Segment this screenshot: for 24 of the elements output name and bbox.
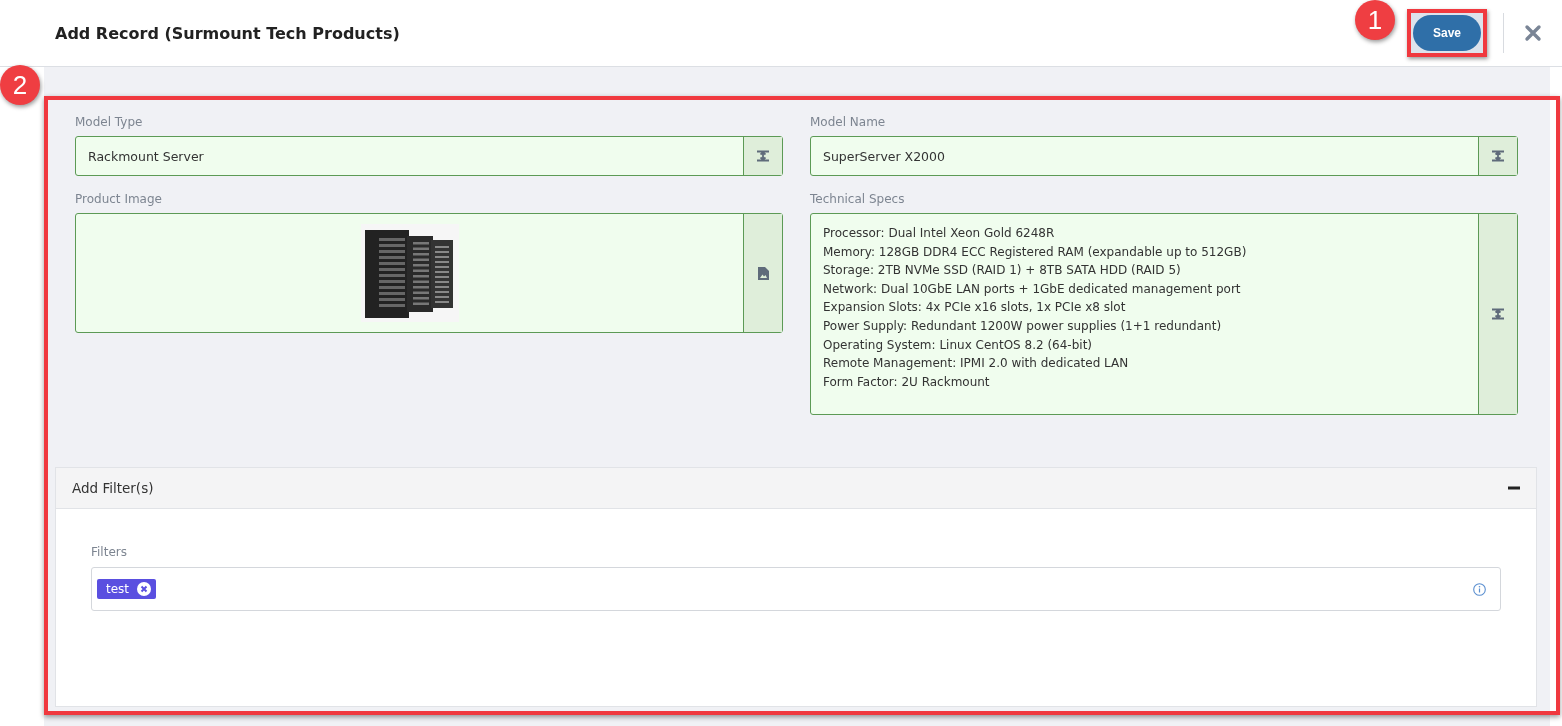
field-label: Model Type	[75, 115, 144, 129]
specs-textarea[interactable]: Processor: Dual Intel Xeon Gold 6248R Memory: 128GB DDR4 ECC Registered RAM (expandable up to 512GB) Storage: 2TB NVMe SSD (RAID 1) + 8TB SATA HDD (RAID 5) Network: Dual 10GbE LAN ports + 1GbE dedicated management port Expansion Slots: 4x PCIe x16 slots, 1x PCIe x8 slot Power Supply: Redundant 1200W power supplies (1+1 redundant) Operating System: Linux CentOS 8.2 (64-bit) Remote Management: IPMI 2.0 with dedicated LAN Form Factor: 2U Rackmount	[810, 213, 1518, 415]
image-file-icon[interactable]	[757, 266, 769, 280]
callout-marker: 1	[1355, 0, 1395, 40]
remove-icon[interactable]	[137, 582, 152, 596]
image-field[interactable]	[75, 213, 783, 333]
text-field[interactable]: Rackmount Server	[75, 136, 783, 176]
panel-title: Add Filter(s)	[72, 480, 154, 496]
field-label: Technical Specs	[810, 192, 906, 206]
callout-marker: 2	[0, 65, 40, 105]
dialog-title: Add Record (Surmount Tech Products)	[55, 23, 400, 43]
close-icon[interactable]	[1524, 24, 1542, 42]
text-field[interactable]: SuperServer X2000	[810, 136, 1518, 176]
filters-field[interactable]: test	[91, 567, 1501, 611]
field-label: Filters	[91, 545, 128, 559]
filter-tag: test	[97, 579, 157, 599]
resize-icon[interactable]	[1491, 308, 1505, 320]
field-label: Model Name	[810, 115, 887, 129]
field-label: Product Image	[75, 192, 163, 206]
panel-header[interactable]: Add Filter(s)	[56, 468, 1536, 509]
resize-icon[interactable]	[1491, 150, 1505, 162]
info-icon[interactable]	[1473, 582, 1486, 596]
resize-icon[interactable]	[756, 150, 770, 162]
save-button[interactable]: Save	[1413, 15, 1481, 51]
